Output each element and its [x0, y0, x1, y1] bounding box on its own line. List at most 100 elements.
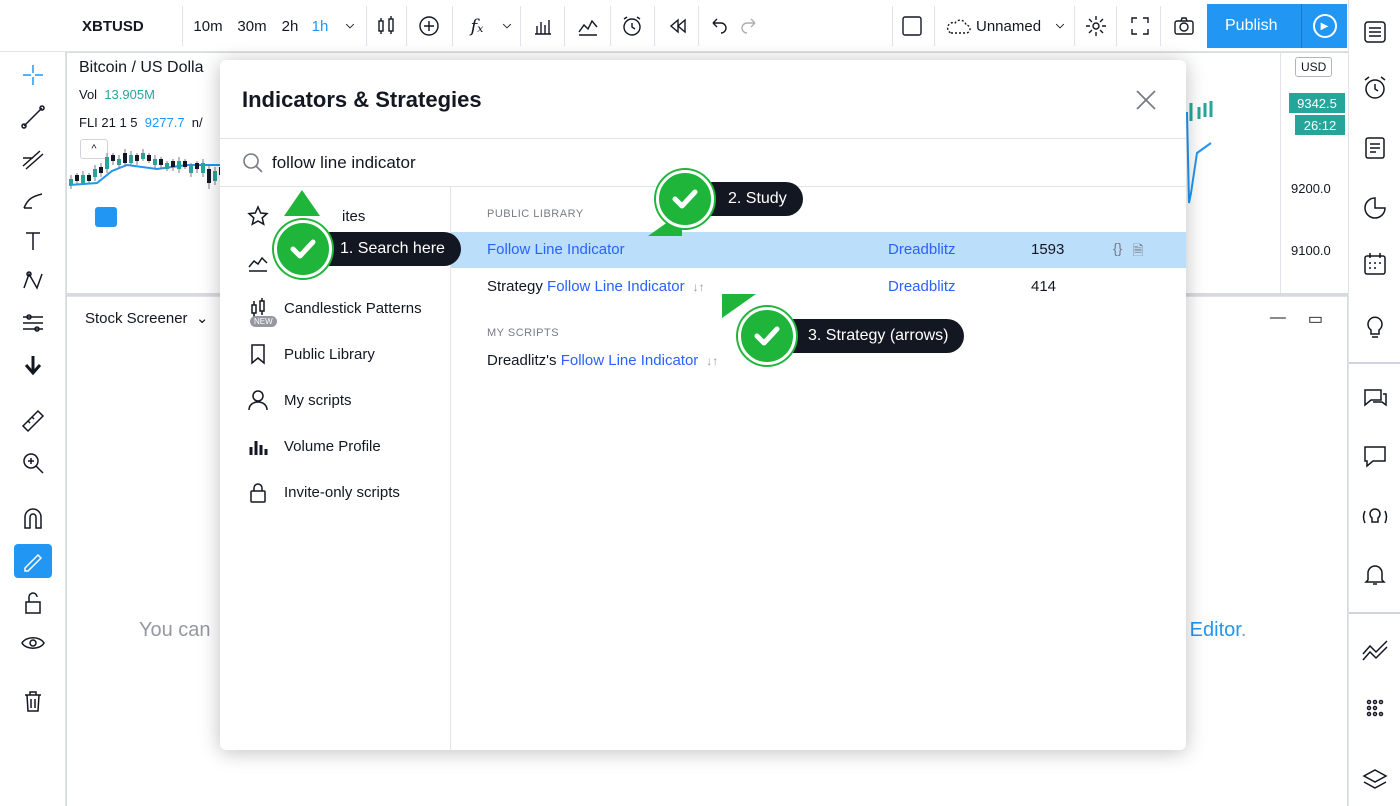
interval-30m[interactable]: 30m	[232, 0, 272, 52]
price-tick: 9100.0	[1291, 243, 1331, 258]
section-my-scripts: MY SCRIPTS	[487, 327, 560, 339]
lightbulb-icon[interactable]	[1359, 310, 1391, 342]
text-icon[interactable]	[14, 224, 52, 258]
result-name: Follow Line Indicator	[487, 241, 625, 258]
checkmark-icon	[738, 307, 796, 365]
result-row[interactable]: Strategy Follow Line Indicator ↓↑ Dreadbl…	[451, 269, 1186, 305]
event-marker-icon[interactable]	[95, 207, 117, 227]
publish-label: Publish	[1225, 17, 1278, 34]
category-label: My scripts	[284, 391, 352, 409]
publish-button[interactable]: Publish ▶	[1207, 4, 1347, 48]
message-icon[interactable]	[1359, 440, 1391, 472]
chevron-down-icon[interactable]	[1050, 0, 1070, 52]
minimize-icon[interactable]: —	[1270, 309, 1286, 329]
unlock-icon[interactable]	[14, 586, 52, 620]
lock-icon	[246, 480, 270, 504]
search-input[interactable]	[272, 148, 972, 178]
trend-line-icon[interactable]	[14, 100, 52, 134]
alarm-clock-icon[interactable]	[1359, 72, 1391, 104]
trash-icon[interactable]	[14, 684, 52, 718]
drawing-toolbar	[0, 0, 66, 806]
new-badge: NEW	[250, 316, 277, 327]
result-author[interactable]: Dreadblitz	[888, 278, 956, 295]
result-row[interactable]: Follow Line Indicator Dreadblitz 1593 {}…	[451, 232, 1186, 268]
pie-chart-icon[interactable]	[1359, 192, 1391, 224]
layout-icon[interactable]	[898, 0, 926, 52]
calendar-icon[interactable]	[1359, 248, 1391, 280]
stock-screener-label: Stock Screener	[85, 310, 188, 327]
source-icon[interactable]: 🗎	[1132, 240, 1143, 264]
pattern-icon[interactable]	[14, 264, 52, 298]
eye-icon[interactable]	[14, 626, 52, 660]
candles-series	[68, 149, 223, 189]
crosshair-icon[interactable]	[14, 58, 52, 92]
category-favorites-label: ites	[342, 207, 366, 225]
financials-icon[interactable]	[526, 0, 560, 52]
strategy-arrows-icon: ↓↑	[692, 280, 705, 294]
news-icon[interactable]	[1359, 132, 1391, 164]
price-axis[interactable]: USD 9342.5 26:12 9200.0 9100.0	[1280, 53, 1348, 293]
stock-screener-tab[interactable]: Stock Screener ⌄	[85, 309, 208, 327]
symbol-search[interactable]: XBTUSD	[66, 0, 178, 52]
result-count: 414	[1031, 278, 1057, 295]
category-invite-only[interactable]: Invite-only scripts	[246, 478, 400, 506]
layers-icon[interactable]	[1359, 764, 1391, 796]
hint-period: .	[1240, 619, 1247, 641]
indicators-fx-icon[interactable]: 𝑓ₓ	[458, 0, 496, 52]
result-prefix: Strategy	[487, 278, 548, 295]
category-my-scripts[interactable]: My scripts	[246, 386, 352, 414]
vol-label: Vol	[79, 87, 98, 102]
brush-icon[interactable]	[14, 184, 52, 218]
camera-icon[interactable]	[1166, 0, 1202, 52]
result-link[interactable]: Follow Line Indicator	[547, 278, 685, 295]
undo-icon[interactable]	[704, 0, 732, 52]
lock-drawing-icon[interactable]	[14, 544, 52, 578]
play-icon[interactable]: ▶	[1301, 4, 1347, 48]
chevron-down-icon[interactable]	[498, 0, 516, 52]
volume-icon	[246, 434, 270, 458]
close-icon[interactable]	[1134, 88, 1158, 112]
bell-icon[interactable]	[1359, 558, 1391, 590]
row-actions: {} 🗎	[1113, 240, 1144, 264]
strategy-arrows-icon: ↓↑	[706, 354, 719, 368]
prediction-icon[interactable]	[14, 306, 52, 340]
compare-plus-icon[interactable]	[412, 0, 446, 52]
watchlist-icon[interactable]	[1359, 16, 1391, 48]
broadcast-idea-icon[interactable]	[1359, 500, 1391, 532]
result-link[interactable]: Follow Line Indicator	[487, 241, 625, 258]
currency-badge[interactable]: USD	[1295, 57, 1333, 77]
category-volume-profile[interactable]: Volume Profile	[246, 432, 381, 460]
category-public-library[interactable]: Public Library	[246, 340, 375, 368]
panel-hint-text: You can	[139, 619, 211, 641]
ruler-icon[interactable]	[14, 404, 52, 438]
maximize-icon[interactable]: ▭	[1308, 309, 1323, 329]
templates-icon[interactable]	[570, 0, 606, 52]
category-label: Public Library	[284, 345, 375, 363]
code-braces-icon[interactable]: {}	[1113, 240, 1122, 264]
replay-icon[interactable]	[660, 0, 696, 52]
interval-1h[interactable]: 1h	[306, 0, 334, 52]
star-icon	[246, 204, 270, 228]
chat-icon[interactable]	[1359, 382, 1391, 414]
result-author[interactable]: Dreadblitz	[888, 241, 956, 258]
alert-clock-icon[interactable]	[614, 0, 650, 52]
layout-name[interactable]: Unnamed	[976, 0, 1056, 52]
dots-grid-icon[interactable]	[1359, 692, 1391, 724]
candles-icon[interactable]	[370, 0, 402, 52]
redo-icon[interactable]	[736, 0, 764, 52]
dialog-title: Indicators & Strategies	[242, 87, 482, 112]
fib-icon[interactable]	[14, 142, 52, 176]
magnet-icon[interactable]	[14, 502, 52, 536]
gear-icon[interactable]	[1080, 0, 1112, 52]
result-link[interactable]: Follow Line Indicator	[561, 352, 699, 369]
interval-2h[interactable]: 2h	[276, 0, 304, 52]
user-icon	[246, 388, 270, 412]
chevron-down-icon[interactable]	[338, 0, 362, 52]
vol-value: 13.905M	[104, 87, 155, 102]
arrow-down-icon[interactable]	[14, 348, 52, 382]
interval-10m[interactable]: 10m	[188, 0, 228, 52]
chart-icon	[246, 250, 270, 274]
trend-icon[interactable]	[1359, 634, 1391, 666]
zoom-in-icon[interactable]	[14, 446, 52, 480]
fullscreen-icon[interactable]	[1122, 0, 1158, 52]
